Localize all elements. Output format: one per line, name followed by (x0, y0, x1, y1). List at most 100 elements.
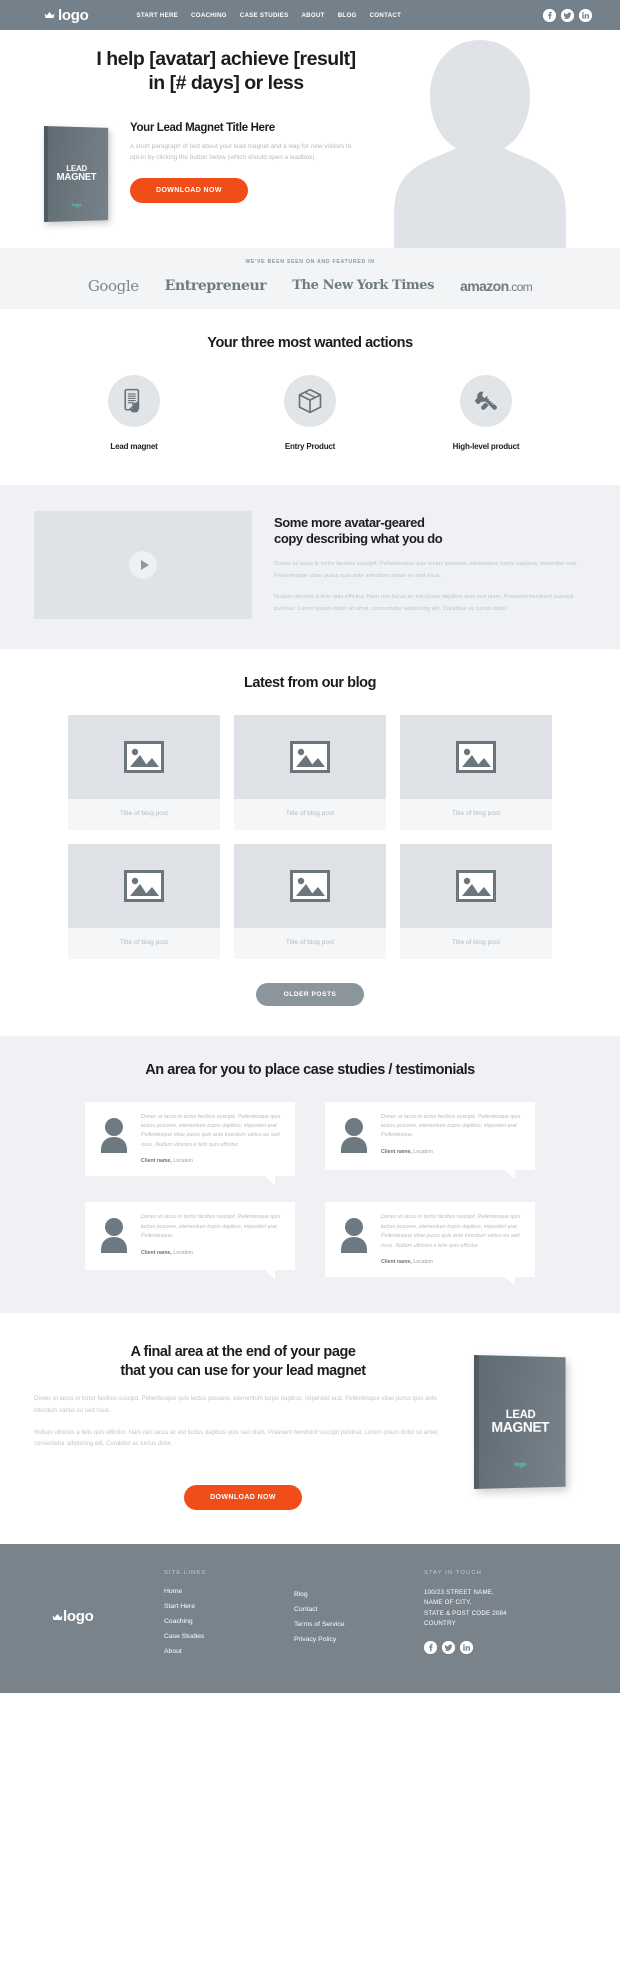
amazon-logo-word: amazon (460, 277, 509, 294)
blog-card[interactable]: Title of blog post (68, 714, 220, 830)
hero-title: I help [avatar] achieve [result] in [# d… (36, 48, 416, 96)
nav-links: START HERE COACHING CASE STUDIES ABOUT B… (136, 12, 401, 19)
testimonial-quote: Donec et lacus in tortor facilisis susci… (141, 1113, 281, 1148)
tablet-hand-icon (108, 374, 160, 427)
footer-address: 100/23 STREET NAME, NAME OF CITY, STATE … (424, 1589, 507, 1627)
older-posts-button[interactable]: OLDER POSTS (255, 982, 365, 1006)
testimonial-author: Client name, Location (141, 1250, 283, 1256)
image-placeholder-icon (290, 869, 330, 902)
blog-title: Title of blog post (451, 938, 501, 946)
action-item-lead-magnet[interactable]: Lead magnet (84, 374, 184, 451)
image-placeholder-icon (124, 869, 164, 902)
avatar (97, 1113, 131, 1165)
blog-card[interactable]: Title of blog post (400, 714, 552, 830)
action-label: Lead magnet (110, 441, 158, 451)
testimonial-quote: Donec et lacus in tortor facilisis susci… (381, 1113, 521, 1139)
book-title: LEAD MAGNET (57, 163, 97, 183)
action-item-high-level-product[interactable]: High-level product (436, 374, 536, 451)
testimonial-client-location: Location (173, 1249, 193, 1256)
testimonials-section-title: An area for you to place case studies / … (145, 1061, 475, 1078)
lead-magnet-paragraph: A short paragraph of text about your lea… (130, 142, 352, 162)
testimonial-item: Donec et lacus in tortor facilisis susci… (85, 1202, 295, 1280)
blog-title: Title of blog post (285, 938, 335, 946)
footer-link-blog[interactable]: Blog (294, 1591, 424, 1598)
avatar (97, 1213, 131, 1258)
testimonial-client-location: Location (173, 1158, 193, 1165)
footer-link-about[interactable]: About (164, 1648, 294, 1655)
testimonial-author: Client name, Location (381, 1149, 523, 1155)
wrench-tools-icon (460, 374, 512, 427)
play-button[interactable] (129, 550, 157, 579)
video-section-title: Some more avatar-geared copy describing … (274, 515, 586, 548)
twitter-icon[interactable] (442, 1640, 455, 1654)
final-download-button[interactable]: DOWNLOAD NOW (184, 1485, 302, 1511)
person-silhouette-icon (101, 1117, 127, 1153)
footer-social-links (424, 1640, 594, 1654)
blog-title: Title of blog post (119, 809, 169, 817)
action-item-entry-product[interactable]: Entry Product (260, 374, 360, 451)
footer-link-contact[interactable]: Contact (294, 1606, 424, 1613)
facebook-icon[interactable] (424, 1640, 437, 1654)
final-book-title-line2: MAGNET (491, 1419, 550, 1436)
testimonial-client-location: Location (413, 1148, 433, 1155)
footer-link-home[interactable]: Home (164, 1588, 294, 1595)
footer-link-terms-of-service[interactable]: Terms of Service (294, 1621, 424, 1628)
landing-page: logo START HERE COACHING CASE STUDIES AB… (0, 0, 620, 1694)
hero-title-line2: in [# days] or less (148, 71, 304, 94)
blog-card[interactable]: Title of blog post (400, 843, 552, 959)
avatar (337, 1213, 371, 1265)
nav-link-blog[interactable]: BLOG (338, 12, 357, 19)
final-paragraph-1: Donec et lacus in tortor facilisis susci… (34, 1396, 437, 1414)
footer-logo[interactable]: logo (26, 1570, 164, 1663)
footer-link-coaching[interactable]: Coaching (164, 1618, 294, 1625)
testimonial-item: Donec et lacus in tortor facilisis susci… (325, 1202, 535, 1286)
linkedin-icon[interactable] (460, 1640, 473, 1654)
blog-thumbnail (234, 843, 386, 928)
testimonial-item: Donec et lacus in tortor facilisis susci… (325, 1101, 535, 1179)
blog-card[interactable]: Title of blog post (234, 843, 386, 959)
testimonial-author: Client name, Location (381, 1259, 523, 1265)
footer-heading-stay-in-touch: STAY IN TOUCH (424, 1570, 482, 1577)
blog-card[interactable]: Title of blog post (234, 714, 386, 830)
footer-link-case-studies[interactable]: Case Studies (164, 1633, 294, 1640)
video-title-line1: Some more avatar-geared (274, 514, 425, 530)
testimonial-client-name: Client name, (381, 1148, 412, 1155)
nav-link-about[interactable]: ABOUT (301, 12, 324, 19)
video-paragraph-2: Nullam ultricies a felis quis efficitur.… (274, 594, 574, 612)
footer-logo-text: logo (63, 1608, 94, 1626)
facebook-icon[interactable] (543, 8, 556, 22)
nav-link-coaching[interactable]: COACHING (191, 12, 227, 19)
nav-link-start-here[interactable]: START HERE (136, 12, 178, 19)
final-title-line2: that you can use for your lead magnet (120, 1362, 366, 1379)
hero-book-mockup: LEAD MAGNET logo (30, 122, 122, 222)
press-logos: Google Entrepreneur The New York Times a… (0, 277, 620, 295)
play-icon (140, 559, 149, 570)
amazon-logo: amazon.com (460, 277, 533, 294)
blog-card[interactable]: Title of blog post (68, 843, 220, 959)
blog-title: Title of blog post (451, 809, 501, 817)
testimonial-author: Client name, Location (141, 1158, 283, 1164)
linkedin-icon[interactable] (579, 8, 592, 22)
video-placeholder[interactable] (34, 510, 252, 619)
blog-grid: Title of blog post Title of blog post Ti… (0, 714, 620, 959)
final-cta-title: A final area at the end of your page tha… (34, 1343, 452, 1380)
site-logo[interactable]: logo (44, 6, 89, 24)
blog-thumbnail (400, 843, 552, 928)
video-paragraph-1: Donec et lacus in tortor facilisis susci… (274, 561, 578, 579)
twitter-icon[interactable] (561, 8, 574, 22)
hero-download-button[interactable]: DOWNLOAD NOW (130, 178, 248, 204)
testimonials-grid: Donec et lacus in tortor facilisis susci… (0, 1101, 620, 1286)
google-logo: Google (87, 276, 139, 295)
hero-title-line1: I help [avatar] achieve [result] (96, 48, 356, 70)
footer-link-privacy-policy[interactable]: Privacy Policy (294, 1636, 424, 1643)
site-logo-text: logo (58, 6, 89, 24)
blog-title: Title of blog post (119, 938, 169, 946)
final-book-mockup: LEAD MAGNET logo (468, 1343, 586, 1490)
testimonial-item: Donec et lacus in tortor facilisis susci… (85, 1101, 295, 1186)
nav-link-contact[interactable]: CONTACT (370, 12, 402, 19)
footer-heading-site-links: SITE LINKS (164, 1570, 207, 1577)
blog-title: Title of blog post (285, 809, 335, 817)
footer-link-start-here[interactable]: Start Here (164, 1603, 294, 1610)
lead-magnet-title: Your Lead Magnet Title Here (130, 121, 275, 134)
nav-link-case-studies[interactable]: CASE STUDIES (240, 12, 289, 19)
